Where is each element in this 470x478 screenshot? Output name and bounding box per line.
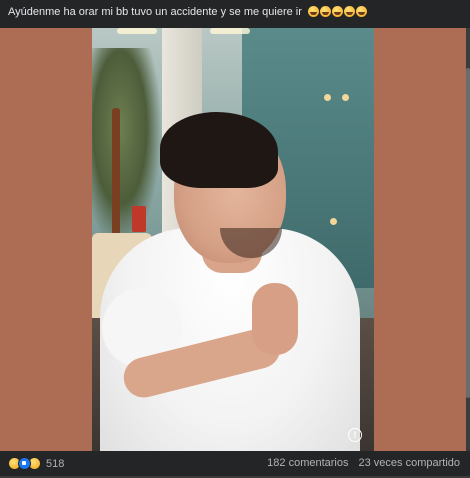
reactions-summary[interactable]: 518 bbox=[8, 457, 64, 470]
video-person-hand bbox=[252, 283, 298, 355]
crying-face-icon bbox=[307, 6, 319, 17]
scrollbar-thumb[interactable] bbox=[466, 68, 470, 398]
video-bokeh-light bbox=[342, 94, 349, 101]
like-reaction-icon bbox=[18, 457, 31, 470]
caption-emoji-row bbox=[307, 6, 367, 17]
scrollbar[interactable] bbox=[466, 28, 470, 451]
crying-face-icon bbox=[355, 6, 367, 17]
video-bokeh-light bbox=[324, 94, 331, 101]
video-ceiling-light bbox=[117, 28, 157, 34]
video-bokeh-light bbox=[330, 218, 337, 225]
video-plant bbox=[92, 48, 162, 248]
video-person-hair bbox=[160, 112, 278, 188]
post-video[interactable]: ! bbox=[92, 28, 374, 451]
video-ceiling-light bbox=[210, 28, 250, 34]
crying-face-icon bbox=[319, 6, 331, 17]
info-icon[interactable]: ! bbox=[348, 428, 362, 442]
post-stats: 182 comentarios 23 veces compartido bbox=[267, 457, 460, 469]
shares-count-link[interactable]: 23 veces compartido bbox=[359, 457, 461, 469]
crying-face-icon bbox=[331, 6, 343, 17]
video-red-object bbox=[132, 206, 146, 232]
post-footer: 518 182 comentarios 23 veces compartido bbox=[0, 451, 470, 478]
reaction-count: 518 bbox=[46, 457, 65, 470]
post-caption: Ayúdenme ha orar mi bb tuvo un accidente… bbox=[0, 0, 470, 28]
post-caption-text: Ayúdenme ha orar mi bb tuvo un accidente… bbox=[8, 6, 302, 18]
comments-count-link[interactable]: 182 comentarios bbox=[267, 457, 348, 469]
crying-face-icon bbox=[343, 6, 355, 17]
